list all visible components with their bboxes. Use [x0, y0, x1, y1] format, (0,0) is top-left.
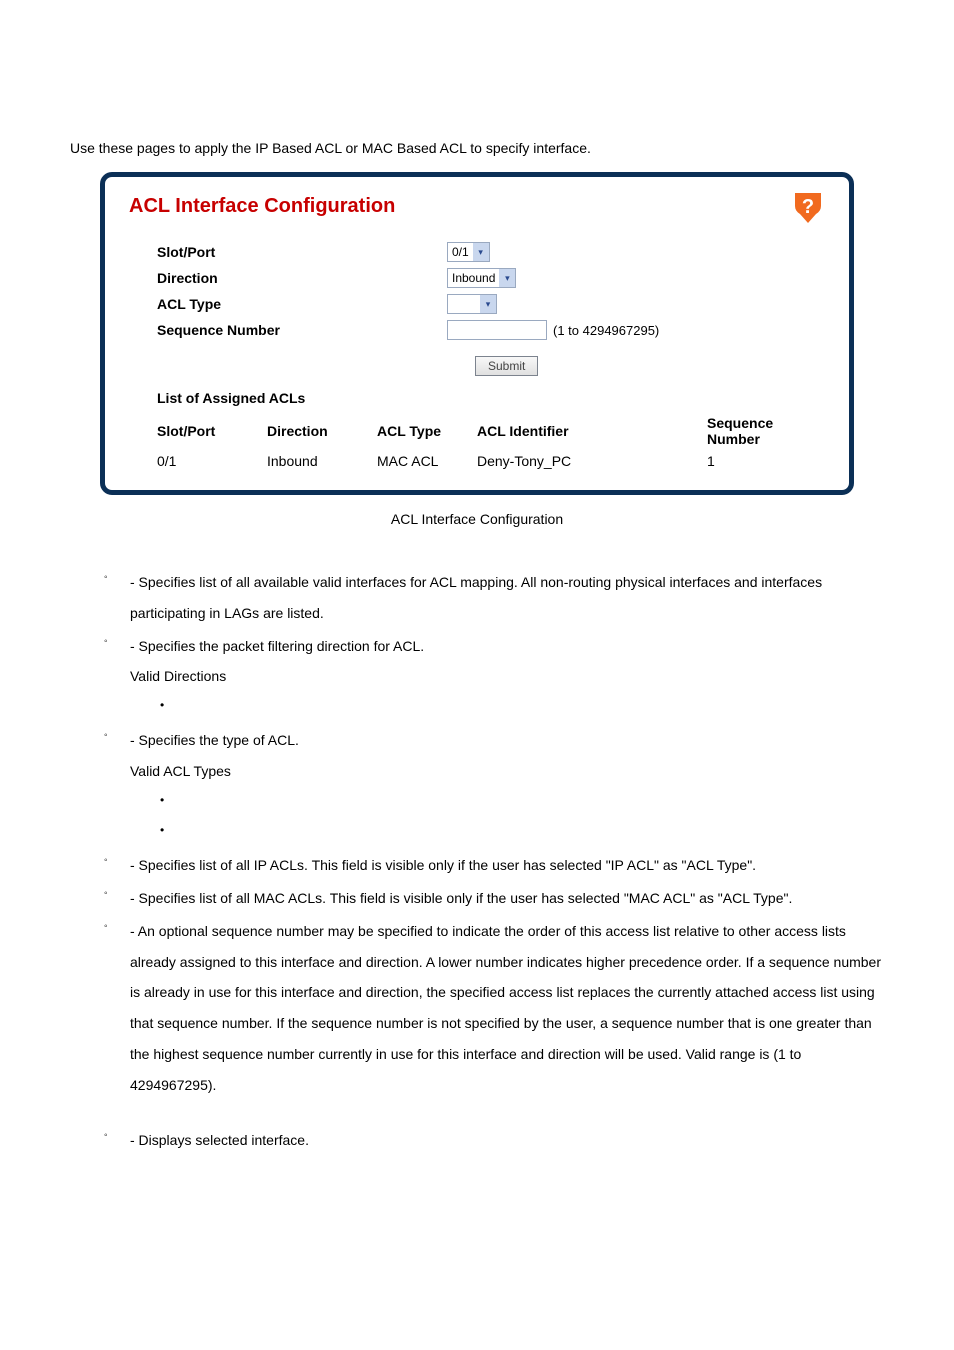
slotport-value: 0/1	[452, 245, 469, 259]
th-seq: Sequence Number	[707, 412, 825, 450]
help-icon[interactable]: ?	[791, 191, 825, 225]
table-row: 0/1 Inbound MAC ACL Deny-Tony_PC 1	[157, 450, 825, 472]
direction-label: Direction	[157, 270, 447, 286]
table-header-row: Slot/Port Direction ACL Type ACL Identif…	[157, 412, 825, 450]
intro-text: Use these pages to apply the IP Based AC…	[70, 140, 884, 156]
desc-ipacl: - Specifies list of all IP ACLs. This fi…	[130, 850, 884, 881]
td-seq: 1	[707, 450, 825, 472]
slotport-select[interactable]: 0/1 ▾	[447, 242, 490, 262]
valid-directions-label: Valid Directions	[130, 661, 884, 692]
seqnum-input[interactable]	[447, 320, 547, 340]
th-direction: Direction	[267, 412, 377, 450]
desc-macacl: - Specifies list of all MAC ACLs. This f…	[130, 883, 884, 914]
desc-seqnum: - An optional sequence number may be spe…	[130, 916, 884, 1101]
td-slotport: 0/1	[157, 450, 267, 472]
desc-slotport: - Specifies list of all available valid …	[130, 567, 884, 629]
td-acltype: MAC ACL	[377, 450, 477, 472]
chevron-down-icon: ▾	[499, 269, 515, 287]
td-direction: Inbound	[267, 450, 377, 472]
th-aclid: ACL Identifier	[477, 412, 707, 450]
submit-button[interactable]: Submit	[475, 356, 538, 376]
desc-direction: - Specifies the packet filtering directi…	[130, 631, 884, 723]
desc-acltype: - Specifies the type of ACL. Valid ACL T…	[130, 725, 884, 848]
svg-text:?: ?	[802, 196, 814, 218]
acltype-option	[180, 787, 884, 818]
desc-displays-interface: - Displays selected interface.	[130, 1125, 884, 1156]
assigned-table: Slot/Port Direction ACL Type ACL Identif…	[157, 412, 825, 472]
chevron-down-icon: ▾	[480, 295, 496, 313]
th-slotport: Slot/Port	[157, 412, 267, 450]
acltype-select[interactable]: ▾	[447, 294, 497, 314]
direction-option	[180, 692, 884, 723]
assigned-list-title: List of Assigned ACLs	[157, 390, 825, 406]
seqnum-label: Sequence Number	[157, 322, 447, 338]
th-acltype: ACL Type	[377, 412, 477, 450]
config-panel: ? ACL Interface Configuration Slot/Port …	[100, 172, 854, 495]
direction-value: Inbound	[452, 271, 495, 285]
figure-caption: ACL Interface Configuration	[70, 511, 884, 527]
acltype-label: ACL Type	[157, 296, 447, 312]
acltype-option	[180, 817, 884, 848]
direction-select[interactable]: Inbound ▾	[447, 268, 516, 288]
valid-acltypes-label: Valid ACL Types	[130, 756, 884, 787]
slotport-label: Slot/Port	[157, 244, 447, 260]
seqnum-hint: (1 to 4294967295)	[553, 323, 659, 338]
td-aclid: Deny-Tony_PC	[477, 450, 707, 472]
panel-title: ACL Interface Configuration	[129, 195, 825, 218]
chevron-down-icon: ▾	[473, 243, 489, 261]
